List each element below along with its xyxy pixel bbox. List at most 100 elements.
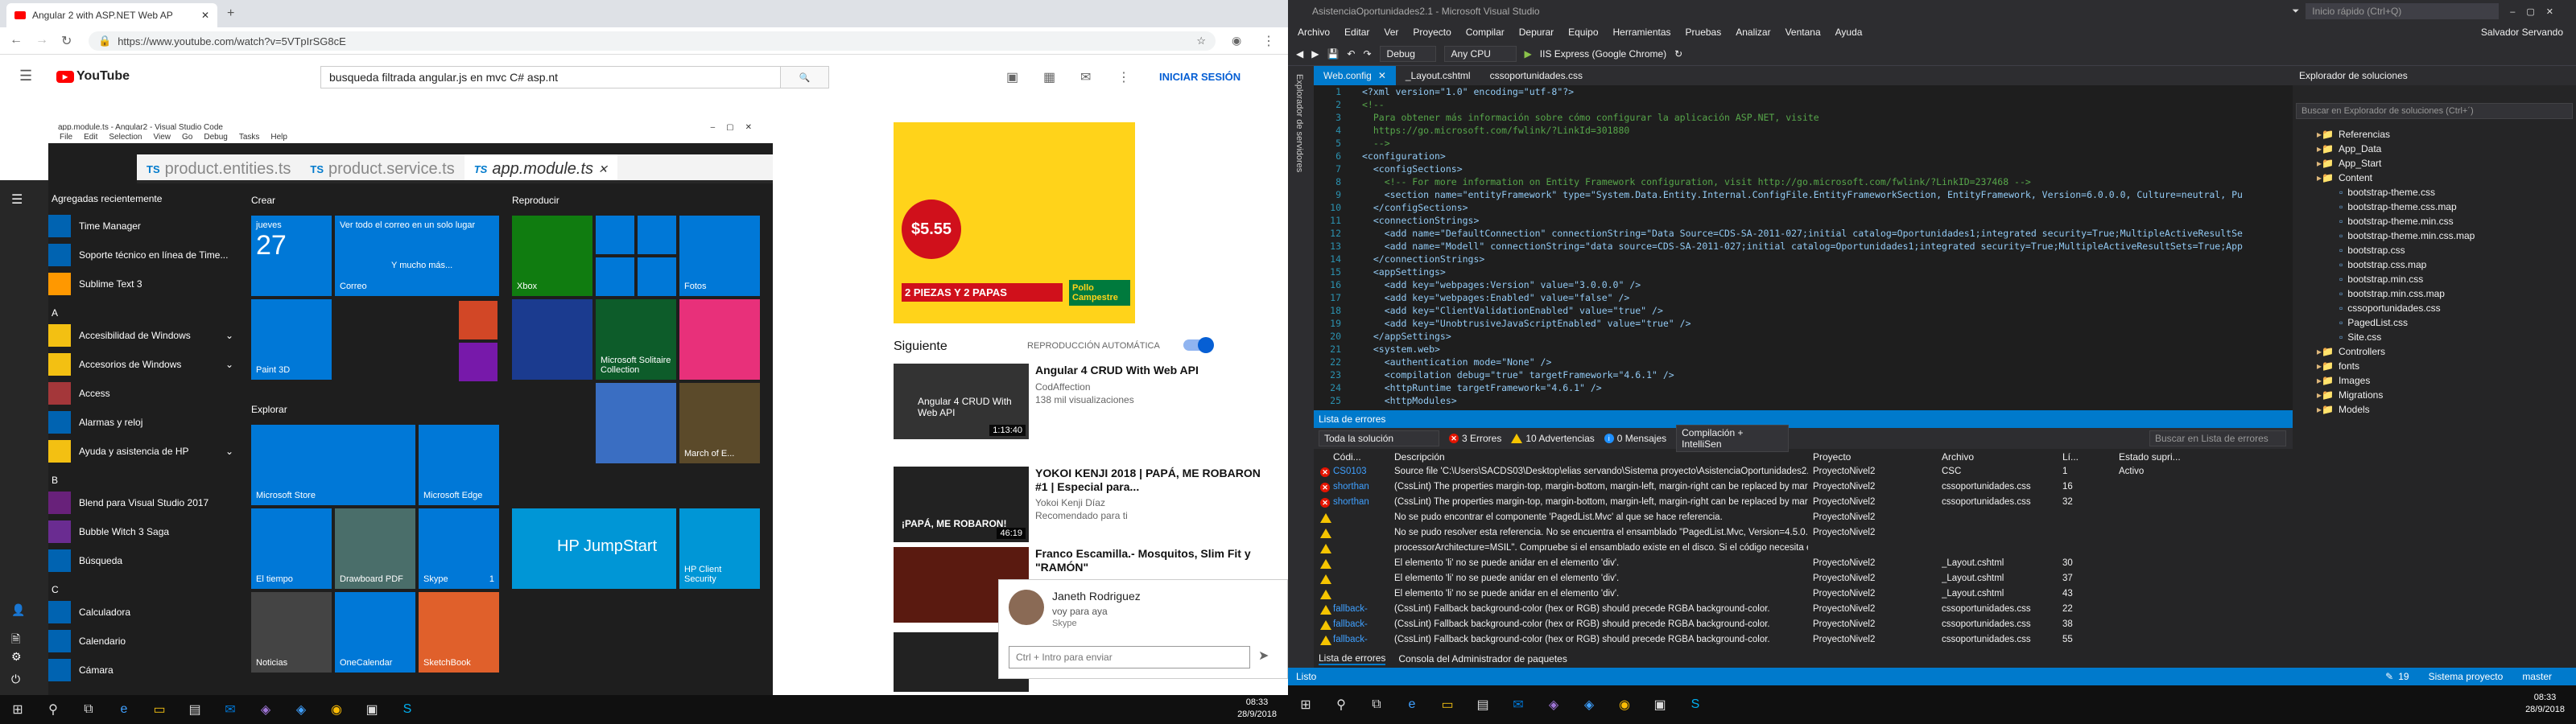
app-calendar[interactable]: Calendario <box>48 627 233 655</box>
tile-weather[interactable]: El tiempo <box>251 508 332 589</box>
power-icon[interactable]: ⏻ <box>11 673 20 686</box>
menu-ventana[interactable]: Ventana <box>1785 27 1821 38</box>
hamburger-icon[interactable]: ☰ <box>19 68 32 84</box>
tile-asphalt[interactable] <box>512 299 592 380</box>
code-line[interactable]: 5 --> <box>1314 137 2293 150</box>
app-folder[interactable]: Accesibilidad de Windows ⌄ <box>48 322 233 349</box>
tile-xbox[interactable]: Xbox <box>512 216 592 296</box>
se-item[interactable]: ▸📁 Content <box>2317 171 2574 185</box>
menu-equipo[interactable]: Equipo <box>1568 27 1598 38</box>
letter-header[interactable]: C <box>52 584 59 595</box>
server-explorer-tab[interactable]: Explorador de servidores <box>1288 66 1311 180</box>
chrome-icon[interactable]: ◉ <box>1607 690 1642 719</box>
code-line[interactable]: 1 <?xml version="1.0" encoding="utf-8"?> <box>1314 85 2293 98</box>
mail-icon[interactable]: ✉ <box>213 695 248 724</box>
tile-solitaire[interactable]: Microsoft Solitaire Collection <box>596 299 676 380</box>
tile-photos[interactable]: Fotos <box>679 216 760 296</box>
error-row[interactable]: No se pudo resolver esta referencia. No … <box>1314 526 2293 541</box>
column-header[interactable]: Archivo <box>1942 451 1974 463</box>
column-header[interactable]: Descripción <box>1394 451 1445 463</box>
vscode-menu-item[interactable]: View <box>154 133 171 142</box>
menu-herramientas[interactable]: Herramientas <box>1613 27 1671 38</box>
menu-editar[interactable]: Editar <box>1344 27 1369 38</box>
tile-calc[interactable] <box>596 257 634 296</box>
youtube-search-input[interactable]: busqueda filtrada angular.js en mvc C# a… <box>320 66 781 88</box>
tile-sketchbook[interactable]: SketchBook <box>419 592 499 673</box>
app-camera[interactable]: Cámara <box>48 656 233 684</box>
platform-dropdown[interactable]: Any CPU <box>1443 45 1517 62</box>
ad-banner[interactable]: $5.55 2 PIEZAS Y 2 PAPAS Pollo Campestre <box>894 122 1135 323</box>
undo-icon[interactable]: ↶ <box>1347 48 1355 60</box>
code-lines[interactable]: 1 <?xml version="1.0" encoding="utf-8"?> 2… <box>1314 85 2293 410</box>
column-header[interactable]: Lí... <box>2062 451 2079 463</box>
code-line[interactable]: 13 <add name="Modell" connectionString="… <box>1314 240 2293 253</box>
menu-ayuda[interactable]: Ayuda <box>1835 27 1863 38</box>
settings-icon[interactable]: ⋮ <box>1117 69 1130 85</box>
error-row[interactable]: El elemento 'li' no se puede anidar en e… <box>1314 557 2293 571</box>
menu-proyecto[interactable]: Proyecto <box>1413 27 1451 38</box>
tab-css[interactable]: cssoportunidades.css <box>1480 66 1592 85</box>
app-soporte[interactable]: Soporte técnico en línea de Time... <box>48 241 233 269</box>
code-line[interactable]: 7 <configSections> <box>1314 162 2293 175</box>
menu-pruebas[interactable]: Pruebas <box>1686 27 1722 38</box>
close-icon[interactable]: ✕ <box>1378 70 1386 81</box>
errors-filter[interactable]: ✕ 3 Errores <box>1449 433 1501 444</box>
se-item[interactable]: ▫ bootstrap-theme.css <box>2317 185 2574 200</box>
reload-icon[interactable]: ↻ <box>61 33 72 49</box>
search-icon[interactable]: ⚲ <box>1323 690 1359 719</box>
chrome-tab[interactable]: Angular 2 with ASP.NET Web AP ✕ <box>6 3 217 27</box>
error-search-input[interactable]: Buscar en Lista de errores <box>2149 430 2286 446</box>
app-access[interactable]: Access <box>48 380 233 407</box>
column-header[interactable]: Proyecto <box>1813 451 1851 463</box>
search-button[interactable]: 🔍 <box>781 66 829 88</box>
code-line[interactable]: 6 <configuration> <box>1314 150 2293 162</box>
run-button[interactable]: IIS Express (Google Chrome) <box>1540 48 1666 60</box>
vscode-menu-item[interactable]: Selection <box>109 133 142 142</box>
error-row[interactable]: fallback- (CssLint) Fallback background-c… <box>1314 603 2293 617</box>
menu-dots-icon[interactable]: ⋮ <box>1262 33 1275 49</box>
app-blend[interactable]: Blend para Visual Studio 2017 <box>48 489 233 516</box>
store-icon[interactable]: ▤ <box>177 695 213 724</box>
code-line[interactable]: 15 <appSettings> <box>1314 265 2293 278</box>
config-dropdown[interactable]: Debug <box>1379 45 1436 62</box>
warnings-filter[interactable]: 10 Advertencias <box>1511 433 1595 444</box>
app-calc[interactable]: Calculadora <box>48 599 233 626</box>
app-time-manager[interactable]: Time Manager <box>48 212 233 240</box>
error-row[interactable]: ✕ shorthan (CssLint) The properties margin… <box>1314 480 2293 495</box>
tile-powerpoint[interactable] <box>459 301 497 339</box>
tile-paint3d[interactable]: Paint 3D <box>251 299 332 380</box>
error-row[interactable]: ✕ CS0103 Source file 'C:\Users\SACDS03\Des… <box>1314 465 2293 479</box>
tile-skype[interactable]: Skype 1 <box>419 508 499 589</box>
se-item[interactable]: ▫ PagedList.css <box>2317 315 2574 330</box>
code-line[interactable]: 9 <section name="entityFramework" type="… <box>1314 188 2293 201</box>
messages-filter[interactable]: i0 Mensajes <box>1604 433 1666 444</box>
code-line[interactable]: 10 </configSections> <box>1314 201 2293 214</box>
vscode-menu-item[interactable]: Go <box>182 133 192 142</box>
vscode-icon[interactable]: ◈ <box>1571 690 1607 719</box>
skype-icon[interactable]: S <box>390 695 425 724</box>
menu-ver[interactable]: Ver <box>1384 27 1398 38</box>
vscode-tab-active[interactable]: TS app.module.ts ✕ <box>464 154 617 183</box>
apps-icon[interactable]: ▦ <box>1043 69 1055 85</box>
bookmark-star-icon[interactable]: ☆ <box>1196 35 1206 47</box>
back-icon[interactable]: ← <box>10 33 23 47</box>
se-item[interactable]: ▫ bootstrap-theme.min.css <box>2317 214 2574 228</box>
task-view-icon[interactable]: ⧉ <box>1359 690 1394 719</box>
send-icon[interactable]: ➤ <box>1258 648 1269 664</box>
quick-launch-input[interactable]: Inicio rápido (Ctrl+Q) <box>2306 3 2500 19</box>
visual-studio-icon[interactable]: ◈ <box>248 695 283 724</box>
omnibox[interactable]: 🔒 https://www.youtube.com/watch?v=5VTpIr… <box>89 31 1216 51</box>
se-item[interactable]: ▫ bootstrap.min.css <box>2317 272 2574 286</box>
menu-analizar[interactable]: Analizar <box>1736 27 1770 38</box>
se-item[interactable]: ▫ bootstrap.css <box>2317 243 2574 257</box>
task-view-icon[interactable]: ⧉ <box>71 695 106 724</box>
tile-bubble[interactable] <box>596 383 676 463</box>
build-dropdown[interactable]: Compilación + IntelliSen <box>1676 425 1790 452</box>
forward-icon[interactable]: → <box>35 33 48 47</box>
code-line[interactable]: 12 <add name="DefaultConnection" connect… <box>1314 227 2293 240</box>
column-header[interactable]: Estado supri... <box>2119 451 2181 463</box>
code-line[interactable]: 16 <add key="webpages:Version" value="3.… <box>1314 278 2293 291</box>
user-icon[interactable]: 👤 <box>11 603 25 617</box>
refresh-icon[interactable]: ↻ <box>1674 48 1682 60</box>
status-line[interactable]: 19 <box>2398 671 2409 682</box>
